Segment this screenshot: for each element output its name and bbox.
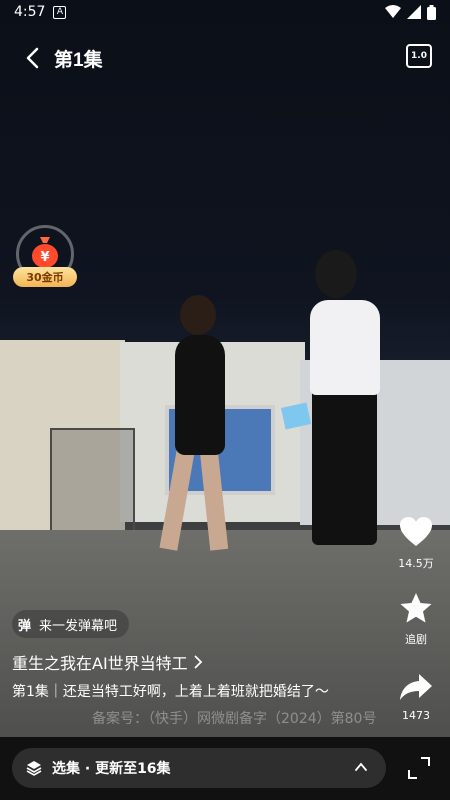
- wifi-icon: [385, 5, 401, 18]
- money-bag-icon: ¥: [32, 237, 58, 268]
- drama-title: 重生之我在AI世界当特工: [12, 654, 188, 673]
- cell-signal-icon: [407, 5, 421, 19]
- actor-male: [310, 300, 380, 395]
- svg-text:¥: ¥: [40, 250, 49, 265]
- episode-selector-label: 选集 · 更新至16集: [52, 761, 171, 777]
- bottom-bar: 选集 · 更新至16集: [0, 737, 450, 800]
- star-icon: [400, 593, 432, 623]
- page-title: 第1集: [54, 49, 103, 71]
- filing-watermark: 备案号：（快手）网微剧备字（2024）第80号: [92, 711, 377, 727]
- share-arrow-icon: [400, 674, 432, 700]
- share-count: 1473: [402, 709, 430, 722]
- actor-female: [175, 335, 225, 455]
- episode-selector-button[interactable]: 选集 · 更新至16集: [12, 748, 386, 788]
- back-button[interactable]: [18, 44, 46, 72]
- danmaku-icon: 弹: [18, 618, 32, 634]
- like-count: 14.5万: [398, 557, 434, 570]
- danmaku-placeholder: 来一发弹幕吧: [39, 618, 118, 634]
- episode-description: 第1集｜还是当特工好啊，上着上着班就把婚结了～: [12, 684, 329, 700]
- actor-legs: [312, 385, 377, 545]
- actor-head: [315, 250, 357, 298]
- fullscreen-icon[interactable]: [408, 757, 430, 779]
- chevron-right-icon: [194, 655, 202, 669]
- danmaku-input-button[interactable]: 弹 来一发弹幕吧: [12, 610, 130, 638]
- battery-icon: [427, 4, 436, 20]
- status-bar: 4:57 A: [0, 0, 450, 24]
- layers-icon: [26, 761, 42, 776]
- heart-icon: [400, 517, 432, 546]
- follow-drama-button[interactable]: 追剧: [394, 592, 438, 647]
- actor-head: [180, 295, 216, 335]
- notification-icon: A: [53, 5, 67, 19]
- share-button[interactable]: 1473: [394, 672, 438, 722]
- chevron-left-icon: [26, 47, 39, 69]
- like-button[interactable]: 14.5万: [394, 516, 438, 571]
- status-time: 4:57: [14, 4, 46, 20]
- coin-reward-badge[interactable]: ¥ 30金币: [13, 225, 77, 287]
- follow-label: 追剧: [405, 633, 427, 646]
- top-bar: 第1集 1.0: [0, 36, 450, 80]
- coin-label: 30金币: [13, 267, 77, 287]
- drama-title-link[interactable]: 重生之我在AI世界当特工: [12, 650, 203, 674]
- scene-shelf: [50, 428, 135, 533]
- playback-speed-button[interactable]: 1.0: [406, 44, 432, 68]
- chevron-up-icon: [355, 762, 367, 771]
